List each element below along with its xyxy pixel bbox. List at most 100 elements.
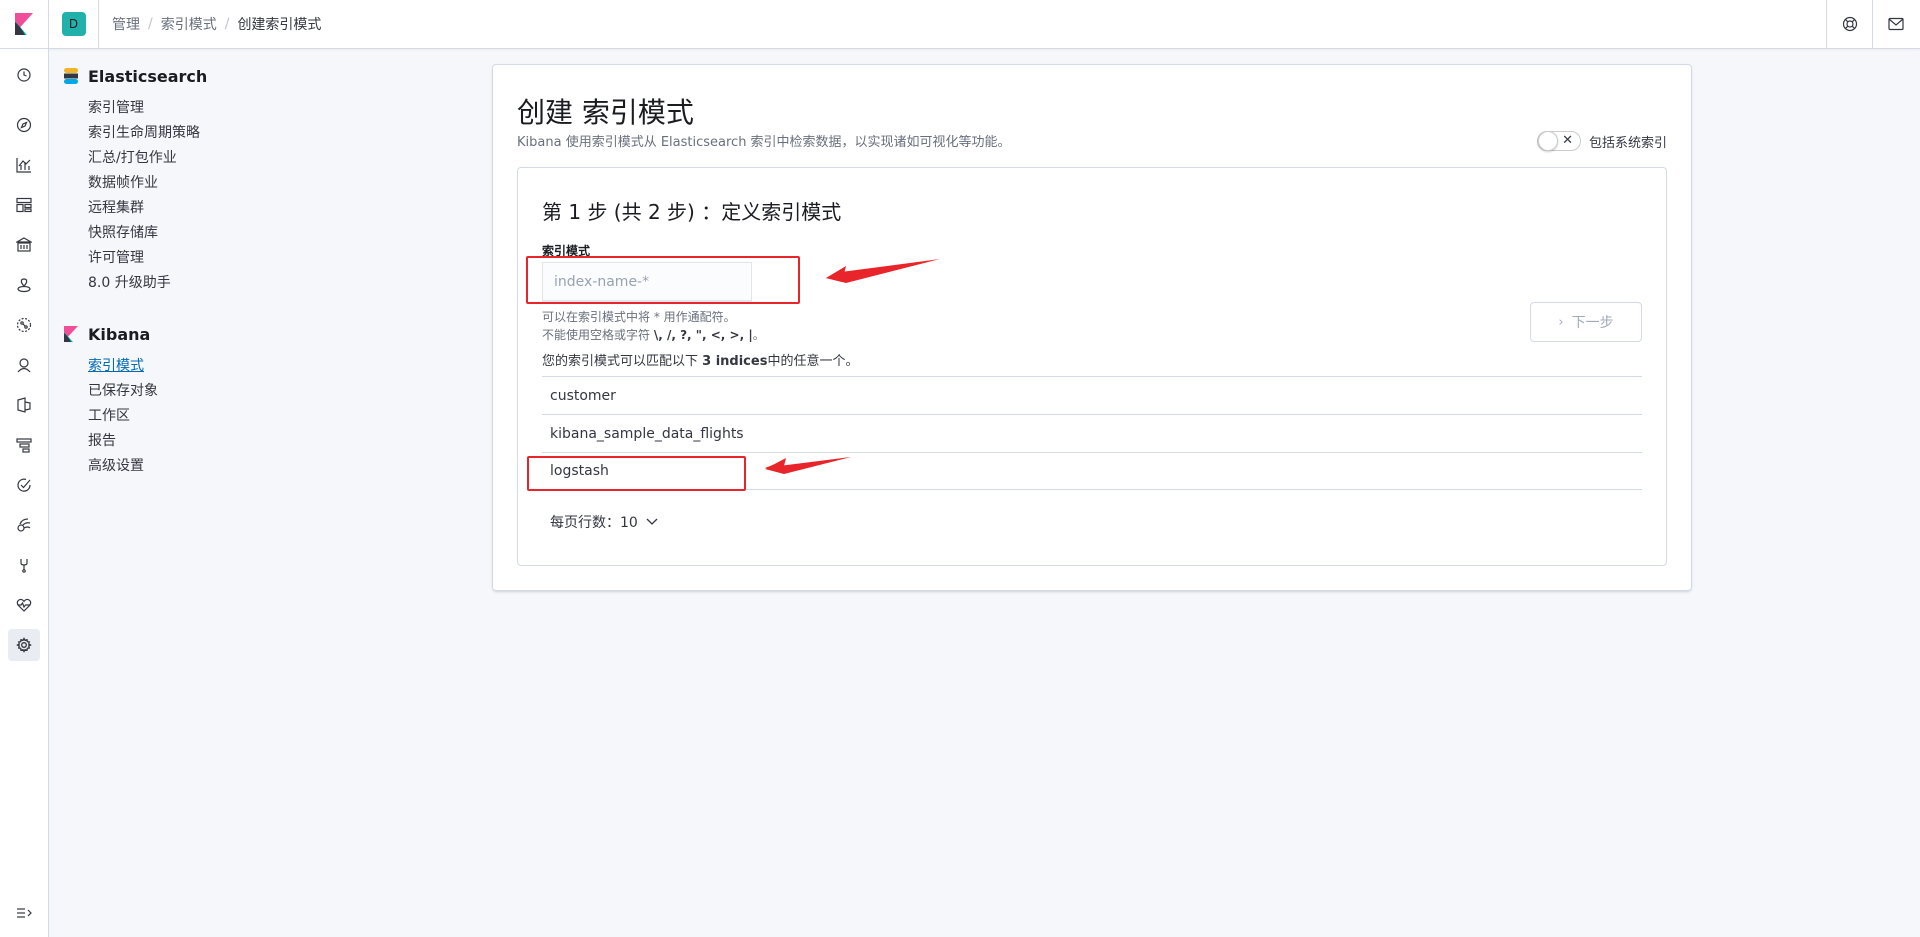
chevron-right-icon: › (1558, 314, 1564, 330)
nav-management[interactable] (8, 629, 40, 661)
nav-monitoring[interactable] (8, 589, 40, 621)
sidenav-item-advanced-settings[interactable]: 高级设置 (88, 454, 324, 479)
toggle-knob (1537, 131, 1558, 151)
breadcrumb: 管理 / 索引模式 / 创建索引模式 (112, 0, 321, 48)
nav-uptime[interactable] (8, 469, 40, 501)
include-system-indices-label: 包括系统索引 (1588, 135, 1667, 151)
match-prefix: 您的索引模式可以匹配以下 (542, 354, 703, 369)
create-index-pattern-panel: 创建 索引模式 Kibana 使用索引模式从 Elasticsearch 索引中… (492, 64, 1692, 591)
nav-dashboard[interactable] (8, 189, 40, 221)
nav-logs[interactable] (8, 389, 40, 421)
space-selector-button[interactable]: D (49, 0, 99, 48)
help-prefix: 不能使用空格或字符 (542, 328, 654, 342)
toggle-off-x-icon: ✕ (1562, 133, 1573, 148)
space-avatar: D (61, 12, 86, 36)
match-status: 您的索引模式可以匹配以下 3 indices中的任意一个。 (542, 350, 858, 369)
help-lifebuoy-icon (1842, 16, 1857, 32)
rows-per-page-label: 每页行数：10 (550, 515, 638, 531)
match-count: 3 indices (702, 354, 768, 369)
nav-collapse-button[interactable] (8, 897, 40, 929)
sidenav-item-saved-objects[interactable]: 已保存对象 (88, 379, 324, 404)
sidenav-item-index-management[interactable]: 索引管理 (88, 96, 324, 121)
sidenav-item-upgrade-assistant[interactable]: 8.0 升级助手 (88, 271, 324, 296)
sidenav-item-snapshot-repos[interactable]: 快照存储库 (88, 221, 324, 246)
menu-collapse-icon (17, 908, 32, 918)
elasticsearch-logo-icon (64, 68, 78, 84)
help-wildcard-text: 可以在索引模式中将 * 用作通配符。 (542, 310, 736, 324)
sidenav-item-remote-clusters[interactable]: 远程集群 (88, 196, 324, 221)
nav-siem[interactable] (8, 509, 40, 541)
rows-per-page-selector[interactable]: 每页行数：10 (550, 512, 658, 532)
sidenav-item-ilm[interactable]: 索引生命周期策略 (88, 121, 324, 146)
compass-icon (16, 117, 32, 133)
sidenav-item-transforms[interactable]: 数据帧作业 (88, 171, 324, 196)
kibana-logo-icon (15, 13, 33, 35)
nav-discover[interactable] (8, 109, 40, 141)
maps-icon (17, 278, 31, 293)
management-sidenav: Elasticsearch 索引管理 索引生命周期策略 汇总/打包作业 数据帧作… (64, 64, 324, 479)
annotation-box-logstash (527, 456, 746, 491)
nav-dev-tools[interactable] (8, 549, 40, 581)
help-button[interactable] (1826, 0, 1872, 48)
include-system-indices-toggle[interactable]: ✕ (1536, 131, 1581, 151)
sidenav-group-title: Elasticsearch (88, 66, 208, 86)
chevron-down-icon (646, 518, 658, 525)
index-pattern-help: 可以在索引模式中将 * 用作通配符。 不能使用空格或字符 \, /, ?, ",… (542, 308, 765, 344)
wrench-icon (20, 559, 28, 573)
sidenav-group-title: Kibana (88, 324, 151, 344)
next-step-button[interactable]: › 下一步 (1530, 302, 1642, 342)
sidenav-group-elasticsearch: Elasticsearch (64, 64, 324, 88)
help-invalid-chars: \, /, ?, ", <, >, | (653, 328, 753, 342)
nav-infrastructure[interactable] (8, 349, 40, 381)
visualize-icon (16, 158, 31, 173)
index-row-flights: kibana_sample_data_flights (542, 414, 1642, 452)
breadcrumb-create-index-pattern: 创建索引模式 (237, 17, 322, 33)
next-step-label: 下一步 (1571, 315, 1614, 331)
annotation-box-input (526, 256, 800, 304)
step-one-panel: 第 1 步 (共 2 步) ：定义索引模式 索引模式 可以在索引模式中将 * 用… (517, 167, 1667, 566)
machine-learning-icon (16, 317, 32, 333)
breadcrumb-separator: / (148, 16, 153, 32)
sidenav-item-spaces[interactable]: 工作区 (88, 404, 324, 429)
match-suffix: 中的任意一个。 (767, 354, 859, 369)
help-invalid-chars-text: 不能使用空格或字符 \, /, ?, ", <, >, |。 (542, 326, 765, 344)
sidenav-elasticsearch-items: 索引管理 索引生命周期策略 汇总/打包作业 数据帧作业 远程集群 快照存储库 许… (64, 96, 324, 296)
sidenav-item-index-patterns[interactable]: 索引模式 (88, 354, 324, 379)
nav-visualize[interactable] (8, 149, 40, 181)
mail-icon (1887, 17, 1904, 31)
sidenav-item-rollup-jobs[interactable]: 汇总/打包作业 (88, 146, 324, 171)
step-title: 第 1 步 (共 2 步) ：定义索引模式 (542, 200, 842, 224)
breadcrumb-index-patterns[interactable]: 索引模式 (161, 14, 217, 34)
clock-icon (17, 68, 31, 82)
page-title: 创建 索引模式 (517, 96, 694, 129)
help-suffix: 。 (752, 328, 765, 342)
breadcrumb-management[interactable]: 管理 (112, 14, 140, 34)
heartbeat-icon (16, 598, 32, 612)
nav-ml[interactable] (8, 309, 40, 341)
sidenav-group-kibana: Kibana (64, 322, 324, 346)
nav-maps[interactable] (8, 269, 40, 301)
nav-apm[interactable] (8, 429, 40, 461)
sidenav-kibana-items: 索引模式 已保存对象 工作区 报告 高级设置 (64, 354, 324, 479)
breadcrumb-separator: / (224, 16, 230, 32)
sidenav-item-license[interactable]: 许可管理 (88, 246, 324, 271)
kibana-logo-button[interactable] (0, 0, 49, 48)
sidenav-item-reporting[interactable]: 报告 (88, 429, 324, 454)
uptime-icon (17, 478, 31, 492)
dashboard-icon (16, 197, 32, 213)
top-header: D 管理 / 索引模式 / 创建索引模式 (0, 0, 1920, 49)
page-description: Kibana 使用索引模式从 Elasticsearch 索引中检索数据，以实现… (517, 135, 1011, 150)
nav-rail (0, 49, 49, 937)
logs-icon (17, 397, 31, 413)
nav-canvas[interactable] (8, 229, 40, 261)
newsfeed-button[interactable] (1872, 0, 1918, 48)
siem-icon (17, 518, 31, 532)
gear-icon (16, 637, 32, 653)
canvas-icon (16, 237, 32, 252)
include-system-indices: ✕ 包括系统索引 (1536, 131, 1667, 151)
kibana-small-logo-icon (64, 326, 78, 342)
nav-recent[interactable] (8, 59, 40, 91)
apm-icon (16, 438, 32, 453)
index-row-customer: customer (542, 376, 1642, 414)
infrastructure-icon (17, 358, 31, 373)
